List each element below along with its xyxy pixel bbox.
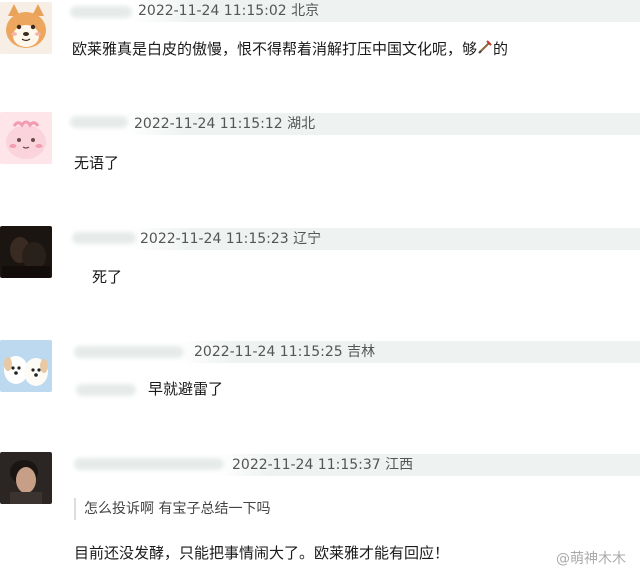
comment-text: 无语了 [74,154,120,172]
comment-meta: 2022-11-24 11:15:37 江西 [232,454,413,476]
pink-cartoon-icon [0,112,52,164]
comment-item: 2022-11-24 11:15:02 北京 欧莱雅真是白皮的傲慢，恨不得帮着消… [0,0,640,110]
location: 江西 [385,457,414,473]
comment-meta: 2022-11-24 11:15:02 北京 [138,0,319,22]
timestamp: 2022-11-24 11:15:02 [138,3,287,19]
avatar[interactable] [0,226,52,278]
comment-text: 早就避雷了 [148,380,224,398]
username-blurred[interactable] [70,116,128,128]
avatar[interactable] [0,2,52,54]
comment-text: 欧莱雅真是白皮的傲慢，恨不得帮着消解打压中国文化呢，够的 [72,38,508,61]
watermark-text: @萌神木木 [556,551,626,567]
dark-photo-icon [0,226,52,278]
comment-item: 2022-11-24 11:15:25 吉林 早就避雷了 [0,336,640,446]
location: 北京 [291,3,320,19]
comment-text: 死了 [92,268,123,286]
username-blurred[interactable] [70,6,132,18]
username-blurred[interactable] [74,458,224,470]
comment-item: 2022-11-24 11:15:12 湖北 无语了 [0,110,640,220]
comment-meta: 2022-11-24 11:15:12 湖北 [134,113,315,135]
person-photo-icon [0,452,52,504]
shiba-dog-icon [0,2,52,54]
timestamp: 2022-11-24 11:15:25 [194,344,343,360]
comment-meta: 2022-11-24 11:15:25 吉林 [194,341,375,363]
comment-item: 2022-11-24 11:15:37 江西 怎么投诉啊 有宝子总结一下吗 目前… [0,450,640,580]
comment-text: 目前还没发酵，只能把事情闹大了。欧莱雅才能有回应！ [74,544,450,562]
sword-emoji-icon [477,39,493,61]
avatar[interactable] [0,452,52,504]
puppies-icon [0,340,52,392]
timestamp: 2022-11-24 11:15:12 [134,116,283,132]
quoted-reply: 怎么投诉啊 有宝子总结一下吗 [74,498,270,520]
username-blurred[interactable] [72,232,136,244]
blurred-reply-prefix [76,384,136,396]
location: 辽宁 [293,231,322,247]
timestamp: 2022-11-24 11:15:23 [140,231,289,247]
avatar[interactable] [0,340,52,392]
username-blurred[interactable] [74,346,184,358]
watermark: @萌神木木 [556,548,626,568]
timestamp: 2022-11-24 11:15:37 [232,457,381,473]
comment-meta: 2022-11-24 11:15:23 辽宁 [140,228,321,250]
comment-item: 2022-11-24 11:15:23 辽宁 死了 [0,222,640,332]
location: 湖北 [287,116,316,132]
location: 吉林 [347,344,376,360]
avatar[interactable] [0,112,52,164]
